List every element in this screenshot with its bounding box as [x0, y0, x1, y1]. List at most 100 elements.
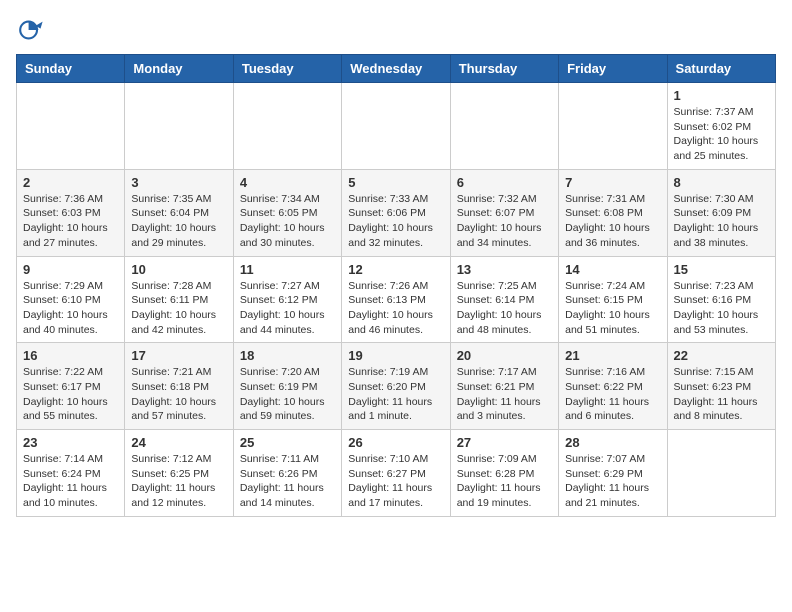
weekday-header: Thursday: [450, 55, 558, 83]
calendar-cell: 16 Sunrise: 7:22 AM Sunset: 6:17 PM Dayli…: [17, 343, 125, 430]
calendar-cell: 23 Sunrise: 7:14 AM Sunset: 6:24 PM Dayli…: [17, 430, 125, 517]
day-number: 8: [674, 175, 769, 190]
calendar-cell: [559, 83, 667, 170]
calendar-cell: [125, 83, 233, 170]
calendar-cell: 20Sunrise: 7:17 AM Sunset: 6:21 PM Dayli…: [450, 343, 558, 430]
day-info: Sunrise: 7:30 AM Sunset: 6:09 PM Dayligh…: [674, 192, 769, 251]
day-info: Sunrise: 7:32 AM Sunset: 6:07 PM Dayligh…: [457, 192, 552, 251]
day-number: 12: [348, 262, 443, 277]
day-number: 21: [565, 348, 660, 363]
day-number: 11: [240, 262, 335, 277]
day-info: Sunrise: 7:16 AM Sunset: 6:22 PM Dayligh…: [565, 365, 660, 424]
day-number: 7: [565, 175, 660, 190]
calendar-cell: 8 Sunrise: 7:30 AM Sunset: 6:09 PM Daylig…: [667, 169, 775, 256]
day-number: 2: [23, 175, 118, 190]
calendar-cell: [450, 83, 558, 170]
calendar-week-row: 9 Sunrise: 7:29 AM Sunset: 6:10 PM Daylig…: [17, 256, 776, 343]
calendar-cell: 2 Sunrise: 7:36 AM Sunset: 6:03 PM Daylig…: [17, 169, 125, 256]
logo-icon: [16, 16, 44, 44]
calendar-cell: 7 Sunrise: 7:31 AM Sunset: 6:08 PM Daylig…: [559, 169, 667, 256]
day-number: 25: [240, 435, 335, 450]
calendar-cell: 1 Sunrise: 7:37 AM Sunset: 6:02 PM Daylig…: [667, 83, 775, 170]
calendar-body: 1 Sunrise: 7:37 AM Sunset: 6:02 PM Daylig…: [17, 83, 776, 517]
day-info: Sunrise: 7:36 AM Sunset: 6:03 PM Dayligh…: [23, 192, 118, 251]
day-number: 20: [457, 348, 552, 363]
calendar-cell: 22 Sunrise: 7:15 AM Sunset: 6:23 PM Dayli…: [667, 343, 775, 430]
day-info: Sunrise: 7:29 AM Sunset: 6:10 PM Dayligh…: [23, 279, 118, 338]
day-info: Sunrise: 7:31 AM Sunset: 6:08 PM Dayligh…: [565, 192, 660, 251]
day-number: 17: [131, 348, 226, 363]
day-number: 19: [348, 348, 443, 363]
page-header: [16, 16, 776, 44]
day-info: Sunrise: 7:20 AM Sunset: 6:19 PM Dayligh…: [240, 365, 335, 424]
calendar-cell: 26Sunrise: 7:10 AM Sunset: 6:27 PM Dayli…: [342, 430, 450, 517]
day-number: 14: [565, 262, 660, 277]
calendar-header: SundayMondayTuesdayWednesdayThursdayFrid…: [17, 55, 776, 83]
calendar-header-row: SundayMondayTuesdayWednesdayThursdayFrid…: [17, 55, 776, 83]
calendar-cell: 24 Sunrise: 7:12 AM Sunset: 6:25 PM Dayli…: [125, 430, 233, 517]
day-number: 23: [23, 435, 118, 450]
day-info: Sunrise: 7:09 AM Sunset: 6:28 PM Dayligh…: [457, 452, 552, 511]
calendar-week-row: 23 Sunrise: 7:14 AM Sunset: 6:24 PM Dayli…: [17, 430, 776, 517]
weekday-header: Friday: [559, 55, 667, 83]
logo: [16, 16, 48, 44]
weekday-header: Wednesday: [342, 55, 450, 83]
calendar-cell: [233, 83, 341, 170]
calendar-table: SundayMondayTuesdayWednesdayThursdayFrid…: [16, 54, 776, 517]
calendar-cell: 3 Sunrise: 7:35 AM Sunset: 6:04 PM Daylig…: [125, 169, 233, 256]
day-info: Sunrise: 7:14 AM Sunset: 6:24 PM Dayligh…: [23, 452, 118, 511]
day-info: Sunrise: 7:25 AM Sunset: 6:14 PM Dayligh…: [457, 279, 552, 338]
calendar-cell: 9 Sunrise: 7:29 AM Sunset: 6:10 PM Daylig…: [17, 256, 125, 343]
calendar-cell: 19 Sunrise: 7:19 AM Sunset: 6:20 PM Dayli…: [342, 343, 450, 430]
day-number: 13: [457, 262, 552, 277]
day-info: Sunrise: 7:10 AM Sunset: 6:27 PM Dayligh…: [348, 452, 443, 511]
day-number: 9: [23, 262, 118, 277]
calendar-week-row: 2 Sunrise: 7:36 AM Sunset: 6:03 PM Daylig…: [17, 169, 776, 256]
calendar-cell: 11 Sunrise: 7:27 AM Sunset: 6:12 PM Dayli…: [233, 256, 341, 343]
day-number: 22: [674, 348, 769, 363]
day-number: 1: [674, 88, 769, 103]
day-info: Sunrise: 7:07 AM Sunset: 6:29 PM Dayligh…: [565, 452, 660, 511]
day-info: Sunrise: 7:12 AM Sunset: 6:25 PM Dayligh…: [131, 452, 226, 511]
day-info: Sunrise: 7:26 AM Sunset: 6:13 PM Dayligh…: [348, 279, 443, 338]
weekday-header: Saturday: [667, 55, 775, 83]
calendar-cell: [342, 83, 450, 170]
day-info: Sunrise: 7:34 AM Sunset: 6:05 PM Dayligh…: [240, 192, 335, 251]
day-number: 28: [565, 435, 660, 450]
calendar-cell: 4 Sunrise: 7:34 AM Sunset: 6:05 PM Daylig…: [233, 169, 341, 256]
calendar-cell: 10 Sunrise: 7:28 AM Sunset: 6:11 PM Dayli…: [125, 256, 233, 343]
calendar-cell: 21 Sunrise: 7:16 AM Sunset: 6:22 PM Dayli…: [559, 343, 667, 430]
day-number: 6: [457, 175, 552, 190]
day-info: Sunrise: 7:37 AM Sunset: 6:02 PM Dayligh…: [674, 105, 769, 164]
calendar-cell: 17Sunrise: 7:21 AM Sunset: 6:18 PM Dayli…: [125, 343, 233, 430]
day-info: Sunrise: 7:24 AM Sunset: 6:15 PM Dayligh…: [565, 279, 660, 338]
day-number: 27: [457, 435, 552, 450]
day-number: 16: [23, 348, 118, 363]
calendar-cell: 12 Sunrise: 7:26 AM Sunset: 6:13 PM Dayli…: [342, 256, 450, 343]
day-number: 5: [348, 175, 443, 190]
weekday-header: Tuesday: [233, 55, 341, 83]
day-info: Sunrise: 7:15 AM Sunset: 6:23 PM Dayligh…: [674, 365, 769, 424]
calendar-cell: [17, 83, 125, 170]
day-number: 3: [131, 175, 226, 190]
calendar-cell: 5 Sunrise: 7:33 AM Sunset: 6:06 PM Daylig…: [342, 169, 450, 256]
day-info: Sunrise: 7:11 AM Sunset: 6:26 PM Dayligh…: [240, 452, 335, 511]
day-info: Sunrise: 7:19 AM Sunset: 6:20 PM Dayligh…: [348, 365, 443, 424]
day-info: Sunrise: 7:27 AM Sunset: 6:12 PM Dayligh…: [240, 279, 335, 338]
calendar-cell: 18 Sunrise: 7:20 AM Sunset: 6:19 PM Dayli…: [233, 343, 341, 430]
day-number: 10: [131, 262, 226, 277]
day-info: Sunrise: 7:28 AM Sunset: 6:11 PM Dayligh…: [131, 279, 226, 338]
day-info: Sunrise: 7:35 AM Sunset: 6:04 PM Dayligh…: [131, 192, 226, 251]
weekday-header: Sunday: [17, 55, 125, 83]
day-info: Sunrise: 7:22 AM Sunset: 6:17 PM Dayligh…: [23, 365, 118, 424]
calendar-cell: [667, 430, 775, 517]
calendar-cell: 13 Sunrise: 7:25 AM Sunset: 6:14 PM Dayli…: [450, 256, 558, 343]
day-number: 4: [240, 175, 335, 190]
day-number: 24: [131, 435, 226, 450]
day-info: Sunrise: 7:33 AM Sunset: 6:06 PM Dayligh…: [348, 192, 443, 251]
day-number: 18: [240, 348, 335, 363]
calendar-cell: 14 Sunrise: 7:24 AM Sunset: 6:15 PM Dayli…: [559, 256, 667, 343]
calendar-cell: 28 Sunrise: 7:07 AM Sunset: 6:29 PM Dayli…: [559, 430, 667, 517]
calendar-week-row: 16 Sunrise: 7:22 AM Sunset: 6:17 PM Dayli…: [17, 343, 776, 430]
weekday-header: Monday: [125, 55, 233, 83]
